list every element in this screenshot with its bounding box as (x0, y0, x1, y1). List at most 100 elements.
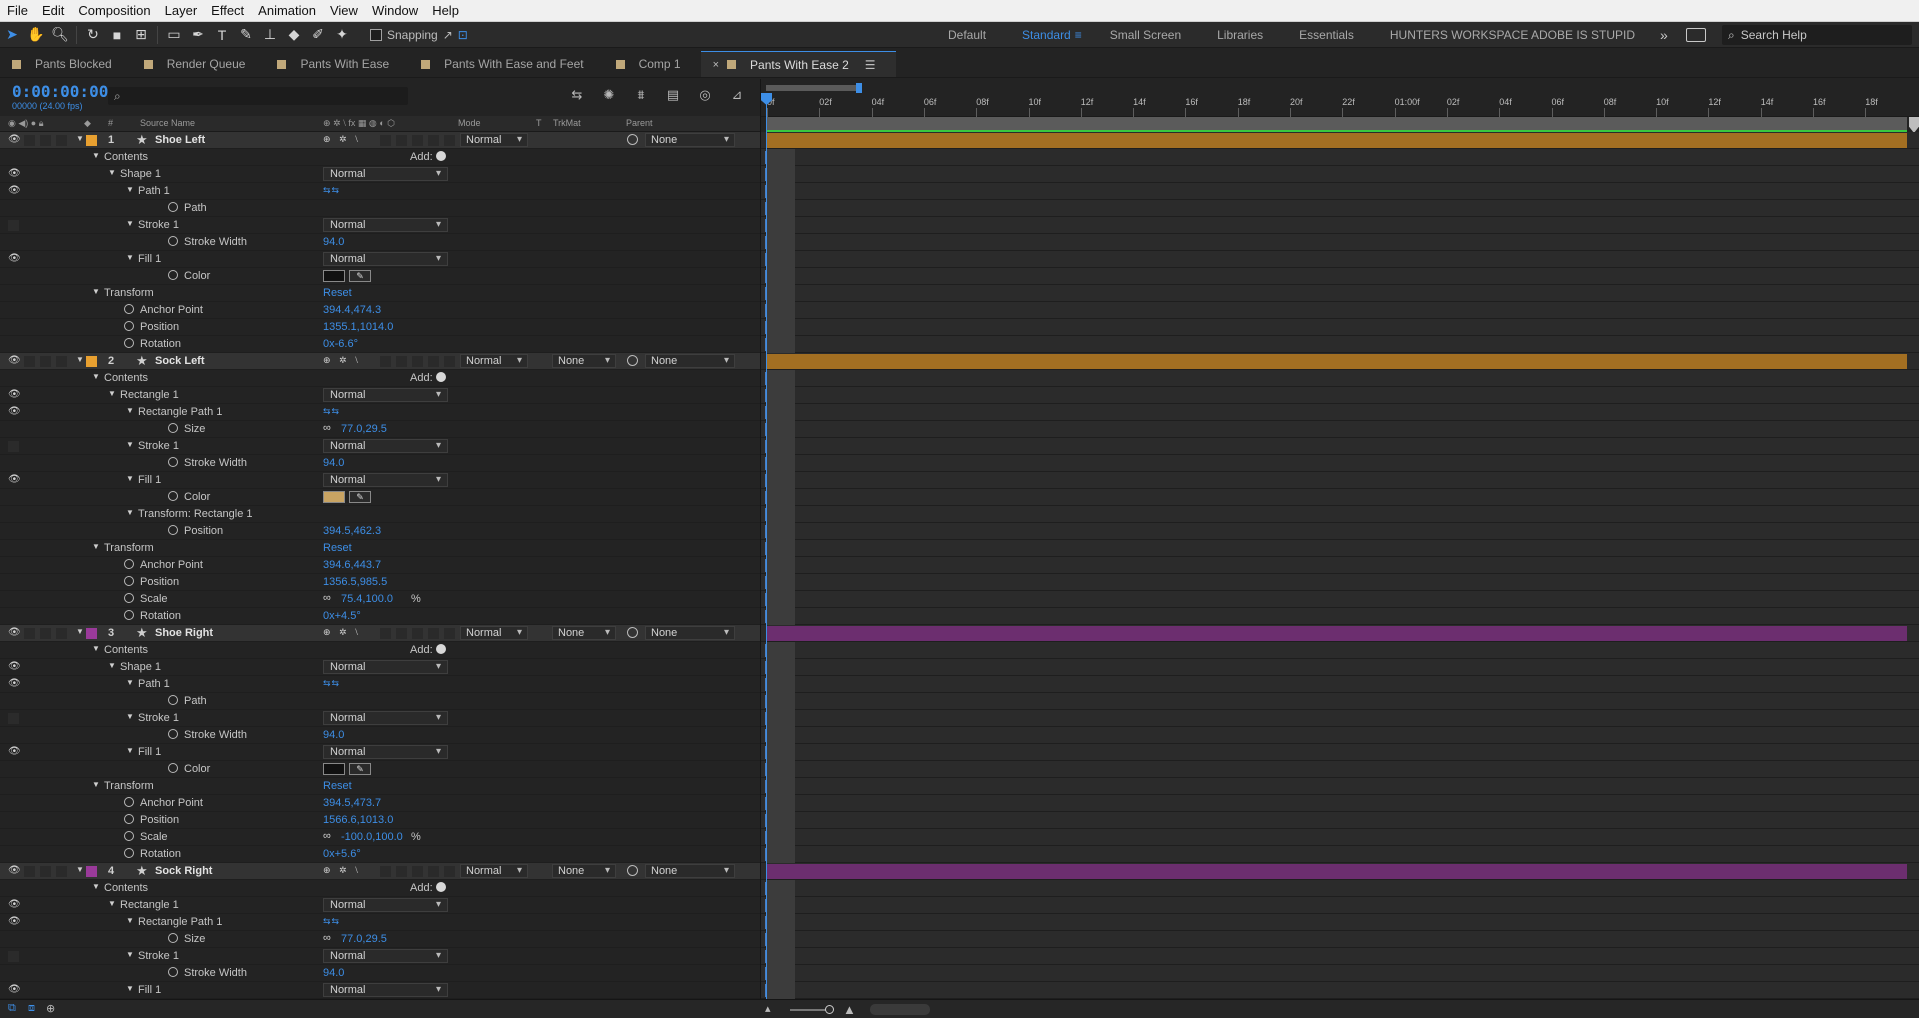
solo-toggle-box[interactable] (40, 628, 51, 639)
menu-item-edit[interactable]: Edit (35, 0, 71, 22)
stopwatch-icon[interactable] (168, 491, 178, 501)
switch-box[interactable] (396, 135, 407, 146)
group-blend-mode-dropdown[interactable]: Normal (323, 252, 448, 266)
workspace-overflow-icon[interactable]: » (1660, 22, 1668, 48)
visibility-eye-icon[interactable]: 👁︎ (8, 474, 21, 485)
property-row[interactable]: Path (0, 693, 760, 710)
property-value[interactable]: 394.5,462.3 (323, 525, 381, 537)
switch-box[interactable] (428, 866, 439, 877)
switch-box[interactable] (444, 628, 455, 639)
group-blend-mode-dropdown[interactable]: Normal (323, 218, 448, 232)
expand-triangle-icon[interactable]: ▼ (92, 151, 100, 160)
property-row[interactable]: 👁︎ ▼ Fill 1 Normal (0, 744, 760, 761)
path-direction-icon[interactable]: ⇆⇆ (323, 678, 340, 689)
property-row[interactable]: ▼ Transform Reset (0, 540, 760, 557)
solo-toggle-box[interactable] (40, 866, 51, 877)
stopwatch-icon[interactable] (124, 576, 134, 586)
visibility-eye-icon[interactable]: 👁︎ (8, 134, 21, 145)
parent-dropdown[interactable]: None (645, 864, 735, 878)
switch-box[interactable] (396, 356, 407, 367)
property-value[interactable]: 0x+5.6° (323, 848, 361, 860)
frame-blending-icon[interactable]: ▤ (664, 87, 682, 103)
property-row[interactable]: 👁︎ ▼ Shape 1 Normal (0, 659, 760, 676)
menu-item-layer[interactable]: Layer (158, 0, 205, 22)
switch-box[interactable] (412, 135, 423, 146)
visibility-eye-icon[interactable]: 👁︎ (8, 253, 21, 264)
visibility-eye-icon[interactable]: 👁︎ (8, 627, 21, 638)
property-row[interactable]: Stroke Width 94.0 (0, 455, 760, 472)
switch-box[interactable] (396, 866, 407, 877)
property-row[interactable]: Size ∞ 77.0,29.5 (0, 931, 760, 948)
property-row[interactable]: ▼ Contents Add: (0, 880, 760, 897)
layer-row[interactable]: 👁︎ ▼ 3 ★ Shoe Right ⊕ ✲ ⧵ Normal None None (0, 625, 760, 642)
visibility-off-box[interactable] (8, 441, 19, 452)
property-value[interactable]: 94.0 (323, 967, 344, 979)
parent-pickwhip-icon[interactable] (627, 865, 638, 876)
audio-toggle-box[interactable] (24, 135, 35, 146)
layer-switches-icons[interactable]: ⊕ ✲ ⧵ (323, 134, 361, 145)
visibility-eye-icon[interactable]: 👁︎ (8, 661, 21, 672)
switch-box[interactable] (428, 135, 439, 146)
expand-triangle-icon[interactable]: ▼ (126, 746, 134, 755)
property-row[interactable]: Scale ∞ 75.4,100.0% (0, 591, 760, 608)
property-row[interactable]: Size ∞ 77.0,29.5 (0, 421, 760, 438)
property-value[interactable]: 394.6,443.7 (323, 559, 381, 571)
property-value[interactable]: 75.4,100.0 (341, 593, 393, 605)
expand-triangle-icon[interactable]: ▼ (76, 355, 84, 364)
rectangle-tool-icon[interactable]: ▭ (162, 24, 186, 46)
stopwatch-icon[interactable] (124, 559, 134, 569)
property-value[interactable]: 0x-6.6° (323, 338, 358, 350)
color-swatch[interactable] (323, 491, 345, 503)
search-help-field[interactable]: ⌕ Search Help (1722, 25, 1912, 45)
layer-name[interactable]: Sock Right (155, 865, 212, 877)
property-row[interactable]: Anchor Point 394.5,473.7 (0, 795, 760, 812)
layer-label-color[interactable] (86, 356, 97, 367)
visibility-off-box[interactable] (8, 951, 19, 962)
stopwatch-icon[interactable] (124, 848, 134, 858)
shy-layers-icon[interactable]: ⩩ (632, 87, 650, 103)
stopwatch-icon[interactable] (168, 695, 178, 705)
property-row[interactable]: 👁︎ ▼ Fill 1 Normal (0, 251, 760, 268)
menu-item-effect[interactable]: Effect (204, 0, 251, 22)
stopwatch-icon[interactable] (168, 270, 178, 280)
property-row[interactable]: 👁︎ ▼ Path 1 ⇆⇆ (0, 676, 760, 693)
snapping-checkbox[interactable] (370, 28, 382, 41)
camera-tool-icon[interactable]: ■ (105, 24, 129, 46)
layer-label-color[interactable] (86, 135, 97, 146)
tab-comp-1[interactable]: Comp 1 (604, 51, 701, 77)
expand-triangle-icon[interactable]: ▼ (126, 219, 134, 228)
current-time-display[interactable]: 0:00:00:00 (12, 82, 108, 101)
group-blend-mode-dropdown[interactable]: Normal (323, 898, 448, 912)
layer-duration-bar[interactable] (767, 864, 1907, 879)
visibility-eye-icon[interactable]: 👁︎ (8, 984, 21, 995)
property-row[interactable]: 👁︎ ▼ Rectangle 1 Normal (0, 387, 760, 404)
visibility-eye-icon[interactable]: 👁︎ (8, 746, 21, 757)
group-blend-mode-dropdown[interactable]: Normal (323, 983, 448, 997)
constrain-proportions-link-icon[interactable]: ∞ (323, 932, 331, 944)
switch-box[interactable] (444, 356, 455, 367)
property-row[interactable]: Position 394.5,462.3 (0, 523, 760, 540)
property-row[interactable]: Position 1566.6,1013.0 (0, 812, 760, 829)
work-area-bar[interactable] (766, 83, 862, 93)
workspace-default[interactable]: Default (930, 28, 1004, 42)
property-value[interactable]: 1356.5,985.5 (323, 576, 387, 588)
track-matte-dropdown[interactable]: None (552, 864, 616, 878)
column-source-name[interactable]: Source Name (140, 118, 195, 128)
path-direction-icon[interactable]: ⇆⇆ (323, 185, 340, 196)
pan-behind-tool-icon[interactable]: ⊞ (129, 24, 153, 46)
menu-item-animation[interactable]: Animation (251, 0, 323, 22)
add-content-button[interactable]: Add: (410, 151, 446, 163)
property-row[interactable]: Path (0, 200, 760, 217)
reset-link[interactable]: Reset (323, 542, 352, 554)
lock-toggle-box[interactable] (56, 356, 67, 367)
layer-switches-icons[interactable]: ⊕ ✲ ⧵ (323, 627, 361, 638)
expand-triangle-icon[interactable]: ▼ (76, 134, 84, 143)
property-row[interactable]: 👁︎ ▼ Fill 1 Normal (0, 982, 760, 999)
property-row[interactable]: Color ✎ (0, 489, 760, 506)
layer-duration-bar[interactable] (767, 354, 1907, 369)
tab-pants-with-ease-and-feet[interactable]: Pants With Ease and Feet (409, 51, 603, 77)
workspace-menu-icon[interactable]: ≡ (1075, 28, 1082, 42)
puppet-pin-tool-icon[interactable]: ✦ (330, 24, 354, 46)
solo-toggle-box[interactable] (40, 135, 51, 146)
brush-tool-icon[interactable]: ✎ (234, 24, 258, 46)
